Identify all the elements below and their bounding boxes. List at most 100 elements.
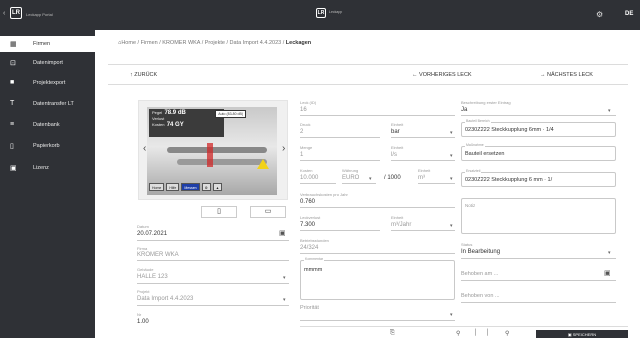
component-value: 0230Z222 Steckkupplung 6mm · 1/4 — [465, 127, 554, 133]
briefcase-icon: ■ — [10, 79, 15, 86]
building-field[interactable]: HALLE 123 — [137, 274, 168, 280]
chevron-right-icon[interactable]: › — [282, 143, 285, 154]
sidebar-item-datenbank[interactable]: ≡ Datenbank — [0, 117, 95, 133]
field-underline — [137, 283, 289, 284]
save-button[interactable]: ▣ SPEICHERN — [536, 330, 628, 338]
repaired-by-field[interactable]: Behoben von ... — [461, 293, 500, 299]
back-label: ZURÜCK — [134, 72, 158, 78]
top-bar: ‹ LR Leckapp Portal LR Leckapp ⚙ DE — [0, 0, 640, 30]
calendar-icon[interactable]: ▣ — [604, 269, 611, 277]
sidebar-item-label: Datenbank — [33, 122, 60, 128]
previous-label: VORHERIGES LECK — [419, 72, 472, 78]
consumption-field[interactable]: 0.760 — [300, 199, 315, 205]
cost-label: Kosten — [300, 168, 313, 173]
notes-placeholder: Notiz — [465, 203, 476, 208]
copy-icon[interactable]: ⎘ — [390, 330, 395, 337]
project-field[interactable]: Data Import 4.4.2023 — [137, 296, 193, 302]
currency-select[interactable]: EURO — [342, 175, 359, 181]
next-leak-button[interactable]: → NÄCHSTES LECK — [540, 72, 593, 78]
next-label: NÄCHSTES LECK — [547, 72, 593, 78]
project-label: Projekt — [137, 289, 150, 294]
repaired-date-field[interactable]: Behoben am ... — [461, 271, 498, 277]
gear-icon[interactable]: ⚙ — [596, 10, 603, 19]
flow-unit-select[interactable]: l/s — [391, 152, 397, 158]
folder-icon: ▭ — [264, 208, 272, 215]
pressure-unit-label: Einheit — [391, 122, 404, 127]
field-underline — [300, 230, 380, 231]
per-unit-select[interactable]: m³ — [418, 175, 425, 181]
chevron-down-icon[interactable]: ▾ — [283, 297, 286, 303]
sidebar-item-label: Firmen — [33, 41, 51, 47]
delete-photo-button[interactable]: ▯ — [201, 206, 237, 218]
chevron-down-icon[interactable]: ▾ — [450, 176, 453, 182]
pressure-unit-select[interactable]: bar — [391, 129, 400, 135]
spare-part-value: 0230Z222 Steckkupplung 6 mm · 1/ — [465, 177, 553, 183]
arrow-left-icon: ← — [412, 72, 420, 78]
number-field[interactable]: 1.00 — [137, 319, 149, 325]
per-unit-value: / 1000 — [384, 175, 401, 181]
display-value: 78.9 dB — [164, 110, 186, 116]
leak-photo-card: Pegel 78.9 dB Verlust Kosten 74 GY Auto … — [138, 100, 288, 200]
app-logo[interactable]: LR — [10, 7, 22, 19]
status-select[interactable]: In Bearbeitung — [461, 249, 500, 255]
sidebar-item-firmen[interactable]: ▦ Firmen — [0, 36, 95, 52]
flow-label: Menge — [300, 145, 313, 150]
chevron-down-icon[interactable]: ▾ — [450, 312, 453, 318]
sidebar-item-datenimport[interactable]: ⊡ Datenimport — [0, 55, 95, 71]
center-logo: LR Leckapp — [316, 8, 342, 18]
trash-icon: ▯ — [217, 208, 221, 215]
device-key: ▲ — [212, 183, 223, 191]
import-icon: ⊡ — [10, 60, 16, 67]
loss-unit-select[interactable]: m³/Jahr — [391, 222, 411, 228]
description-label: Beschreibung erster Eintrag — [461, 100, 511, 105]
chevron-down-icon[interactable]: ▾ — [369, 176, 372, 182]
comment-label: Kommentar — [304, 257, 325, 261]
previous-leak-button[interactable]: ← VORHERIGES LECK — [412, 72, 472, 78]
sidebar-item-projektexport[interactable]: ■ Projektexport — [0, 75, 95, 91]
chevron-down-icon[interactable]: ▾ — [608, 250, 611, 256]
company-label: Firma — [137, 246, 148, 251]
company-field[interactable]: KROMER WKA — [137, 252, 179, 258]
image-icon[interactable]: ⚲ — [456, 330, 460, 337]
back-button[interactable]: ↑ ZURÜCK — [130, 72, 157, 78]
description-select[interactable]: Ja — [461, 107, 467, 113]
chevron-down-icon[interactable]: ▾ — [450, 130, 453, 136]
chevron-down-icon[interactable]: ▾ — [450, 223, 453, 229]
chevron-down-icon[interactable]: ▾ — [450, 153, 453, 159]
hours-field[interactable]: 24/324 — [300, 245, 318, 251]
breadcrumb-trail[interactable]: / Firmen / KROMER WKA / Projekte / Data … — [136, 40, 286, 46]
sidebar-item-label: Lizenz — [33, 165, 49, 171]
priority-select[interactable]: Priorität — [300, 305, 319, 311]
sidebar-item-papierkorb[interactable]: ▯ Papierkorb — [0, 138, 95, 154]
breadcrumb-home[interactable]: Home — [121, 40, 136, 46]
flow-field[interactable]: 1 — [300, 152, 303, 158]
loss-label: Leckverlust — [300, 215, 321, 220]
pin-icon[interactable]: ⚲ — [505, 330, 509, 337]
language-selector[interactable]: DE — [625, 11, 633, 17]
field-underline — [300, 183, 336, 184]
device-measure-key: Messen — [181, 183, 200, 191]
upload-photo-button[interactable]: ▭ — [250, 206, 286, 218]
date-field[interactable]: 20.07.2021 — [137, 231, 167, 237]
size-field[interactable]: 16 — [300, 107, 307, 113]
display-value: 74 GY — [166, 122, 184, 128]
collapse-sidebar-icon[interactable]: ‹ — [3, 10, 5, 17]
sidebar-item-lizenz[interactable]: ▣ Lizenz — [0, 160, 95, 176]
sidebar-item-label: Papierkorb — [33, 143, 60, 149]
comment-textarea[interactable] — [300, 260, 455, 300]
notes-textarea[interactable] — [461, 198, 616, 234]
chevron-down-icon[interactable]: ▾ — [608, 108, 611, 114]
field-underline — [300, 320, 455, 321]
loss-field[interactable]: 7.300 — [300, 222, 315, 228]
cost-field[interactable]: 10.000 — [300, 175, 318, 181]
flow-unit-label: Einheit — [391, 145, 404, 150]
field-underline — [461, 258, 616, 259]
chevron-left-icon[interactable]: ‹ — [143, 143, 146, 154]
pressure-field[interactable]: 2 — [300, 129, 303, 135]
display-auto-tag: Auto (83-80 dB) — [215, 110, 246, 118]
calendar-icon[interactable]: ▣ — [279, 229, 286, 237]
field-underline — [300, 207, 455, 208]
chevron-down-icon[interactable]: ▾ — [283, 275, 286, 281]
sidebar-item-datentransfer[interactable]: T Datentransfer LT — [0, 96, 95, 112]
leak-photo[interactable]: Pegel 78.9 dB Verlust Kosten 74 GY Auto … — [147, 107, 277, 195]
